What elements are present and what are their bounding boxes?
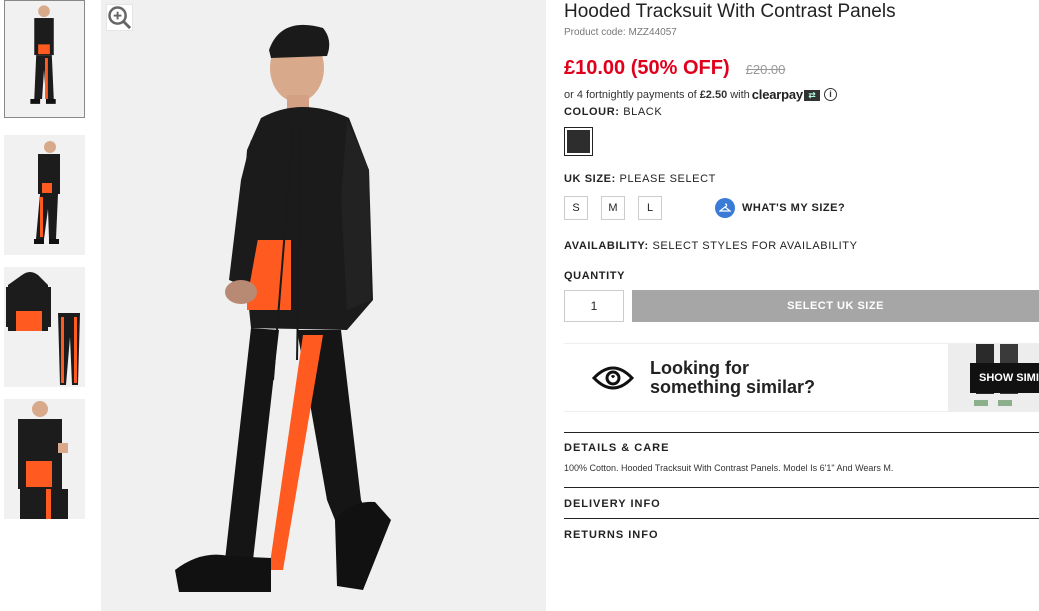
clearpay-with: with (730, 88, 750, 101)
thumbnail-2-image (4, 135, 85, 255)
clearpay-prefix: or 4 fortnightly payments of (564, 88, 697, 101)
size-button-l[interactable]: L (638, 196, 662, 220)
colour-label-value: BLACK (623, 106, 663, 118)
similar-items-banner[interactable]: Looking for something similar? SHOW SIMI (564, 343, 1039, 412)
clearpay-logo: clearpay ⇄ (752, 87, 820, 102)
thumbnail-1[interactable] (4, 0, 85, 118)
similar-line-2: something similar? (650, 377, 816, 397)
similar-line-1: Looking for (650, 358, 749, 378)
details-care-section: DETAILS & CARE 100% Cotton. Hooded Track… (564, 432, 1039, 487)
colour-swatch-black[interactable] (564, 127, 593, 156)
size-options: S M L (564, 196, 675, 220)
delivery-info-section: DELIVERY INFO (564, 487, 1039, 518)
details-care-title[interactable]: DETAILS & CARE (564, 442, 1039, 454)
clearpay-logo-text: clearpay (751, 87, 803, 102)
main-product-image[interactable] (101, 0, 546, 611)
zoom-in-icon (108, 6, 132, 30)
product-title: Hooded Tracksuit With Contrast Panels (564, 1, 896, 22)
size-guide-link[interactable]: WHAT'S MY SIZE? (715, 198, 845, 218)
similar-text: Looking for something similar? (650, 359, 815, 397)
availability-row: AVAILABILITY: SELECT STYLES FOR AVAILABI… (564, 240, 858, 252)
clearpay-arrows-icon: ⇄ (803, 90, 820, 102)
quantity-input[interactable]: 1 (564, 290, 624, 322)
quantity-label-text: QUANTITY (564, 270, 626, 282)
swatch-fill (567, 130, 590, 153)
thumbnail-4-image (4, 399, 85, 519)
thumbnail-1-image (5, 1, 84, 117)
clearpay-message: or 4 fortnightly payments of £2.50 with … (564, 87, 837, 102)
size-label-key: UK SIZE: (564, 173, 616, 185)
price-row: £10.00 (50% OFF) £20.00 (564, 57, 785, 80)
thumbnail-3-image (4, 267, 85, 387)
returns-info-title[interactable]: RETURNS INFO (564, 529, 1039, 541)
thumbnail-2[interactable] (4, 135, 85, 255)
thumbnail-3[interactable] (4, 267, 85, 387)
returns-info-section: RETURNS INFO (564, 518, 1039, 549)
size-button-m[interactable]: M (601, 196, 625, 220)
size-guide-label: WHAT'S MY SIZE? (742, 202, 846, 214)
thumbnail-4[interactable] (4, 399, 85, 519)
availability-label: AVAILABILITY: (564, 240, 649, 252)
original-price: £20.00 (745, 62, 786, 77)
show-similar-button[interactable]: SHOW SIMI (970, 363, 1039, 393)
details-care-body: 100% Cotton. Hooded Tracksuit With Contr… (564, 463, 894, 473)
model-photo (101, 0, 546, 611)
size-label-value: PLEASE SELECT (619, 173, 716, 185)
info-icon[interactable]: i (823, 88, 837, 101)
product-code: Product code: MZZ44057 (564, 27, 677, 38)
hanger-icon (715, 198, 735, 218)
size-label: UK SIZE: PLEASE SELECT (564, 173, 716, 185)
size-button-s[interactable]: S (564, 196, 588, 220)
availability-value: SELECT STYLES FOR AVAILABILITY (652, 240, 858, 252)
delivery-info-title[interactable]: DELIVERY INFO (564, 498, 1039, 510)
sale-price: £10.00 (50% OFF) (564, 57, 730, 79)
clearpay-amount: £2.50 (699, 88, 728, 101)
quantity-label: QUANTITY (564, 270, 625, 282)
select-size-button[interactable]: SELECT UK SIZE (632, 290, 1039, 322)
colour-label-key: COLOUR: (564, 106, 620, 118)
eye-icon (592, 366, 634, 390)
colour-label: COLOUR: BLACK (564, 106, 662, 118)
zoom-button[interactable] (106, 4, 133, 31)
